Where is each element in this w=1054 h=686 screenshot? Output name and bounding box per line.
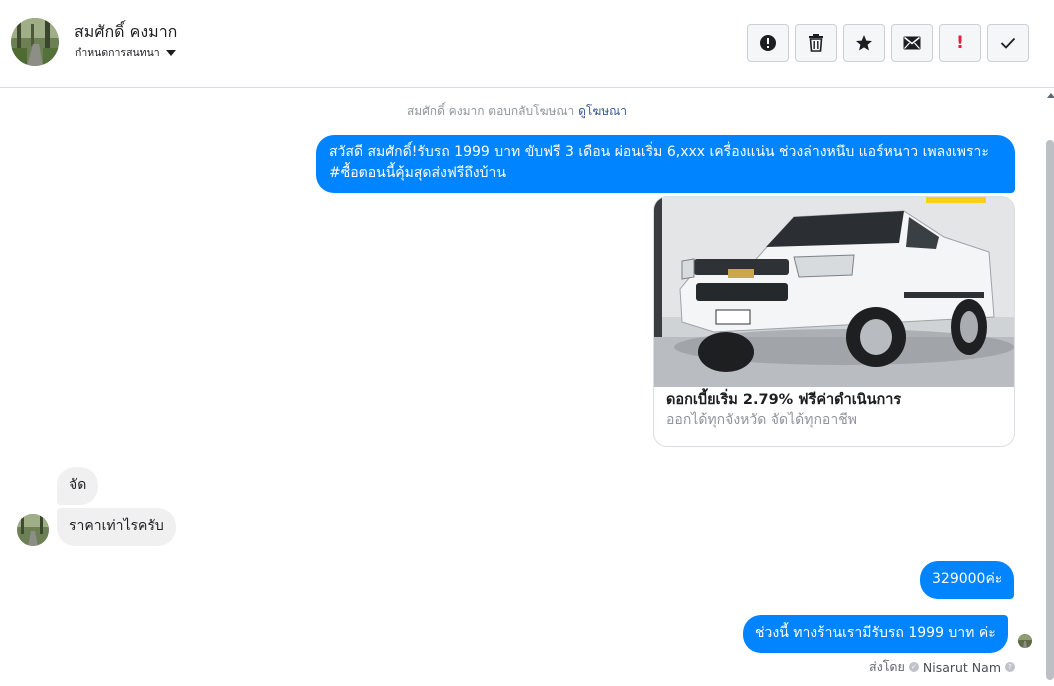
message-bubble-incoming: จัด — [57, 467, 99, 505]
ad-reply-text: สมศักดิ์ คงมาก ตอบกลับโฆษณา — [406, 104, 575, 118]
mark-unread-button[interactable] — [891, 24, 933, 62]
sent-by-name[interactable]: Nisarut Nam — [923, 660, 1001, 675]
ad-image — [654, 197, 1014, 387]
conversation-header: สมศักดิ์ คงมาก กำหนดการสนทนา ! — [0, 0, 1054, 88]
caret-down-icon — [165, 49, 176, 56]
ad-subtitle: ออกได้ทุกจังหวัด จัดได้ทุกอาชีพ — [666, 412, 857, 428]
mark-done-button[interactable] — [987, 24, 1029, 62]
message-bubble-outgoing: ช่วงนี้ ทางร้านเรามีรับรถ 1999 บาท ค่ะ — [743, 615, 1008, 653]
ad-reply-note: สมศักดิ์ คงมาก ตอบกลับโฆษณา ดูโฆษณา — [0, 102, 1034, 121]
checkmark-icon — [1000, 37, 1016, 49]
mark-as-spam-button[interactable] — [747, 24, 789, 62]
delete-button[interactable] — [795, 24, 837, 62]
verified-dot-icon: ✓ — [908, 662, 919, 672]
ad-card[interactable]: ดอกเบี้ยเริ่ม 2.79% ฟรีค่าดำเนินการ ออกไ… — [653, 196, 1015, 447]
star-button[interactable] — [843, 24, 885, 62]
alert-circle-icon — [760, 35, 776, 51]
message-bubble-incoming: ราคาเท่าไรครับ — [57, 508, 176, 546]
view-ad-link[interactable]: ดูโฆษณา — [578, 104, 627, 118]
exclamation-icon: ! — [956, 33, 964, 53]
assign-conversation-dropdown[interactable]: กำหนดการสนทนา — [75, 44, 176, 61]
assign-conversation-label: กำหนดการสนทนา — [75, 47, 160, 59]
scrollbar-thumb[interactable] — [1046, 140, 1054, 680]
contact-name[interactable]: สมศักดิ์ คงมาก — [74, 20, 177, 45]
seen-avatar — [1018, 634, 1032, 648]
contact-avatar[interactable] — [11, 18, 59, 66]
star-icon — [856, 35, 872, 51]
trash-icon — [809, 34, 823, 52]
sender-avatar — [17, 514, 49, 546]
message-bubble-outgoing: 329000ค่ะ — [920, 561, 1015, 599]
sent-by-footer: ส่งโดย ✓ Nisarut Nam ? — [869, 657, 1015, 677]
help-icon[interactable]: ? — [1005, 662, 1015, 672]
envelope-icon — [903, 36, 921, 50]
conversation-toolbar: ! — [747, 24, 1029, 62]
sent-by-label: ส่งโดย — [868, 659, 905, 674]
follow-up-button[interactable]: ! — [939, 24, 981, 62]
message-bubble-outgoing: สวัสดี สมศักดิ์!รับรถ 1999 บาท ขับฟรี 3 … — [316, 135, 1015, 193]
scroll-up-icon[interactable] — [1047, 93, 1054, 98]
ad-title: ดอกเบี้ยเริ่ม 2.79% ฟรีค่าดำเนินการ — [666, 392, 902, 408]
